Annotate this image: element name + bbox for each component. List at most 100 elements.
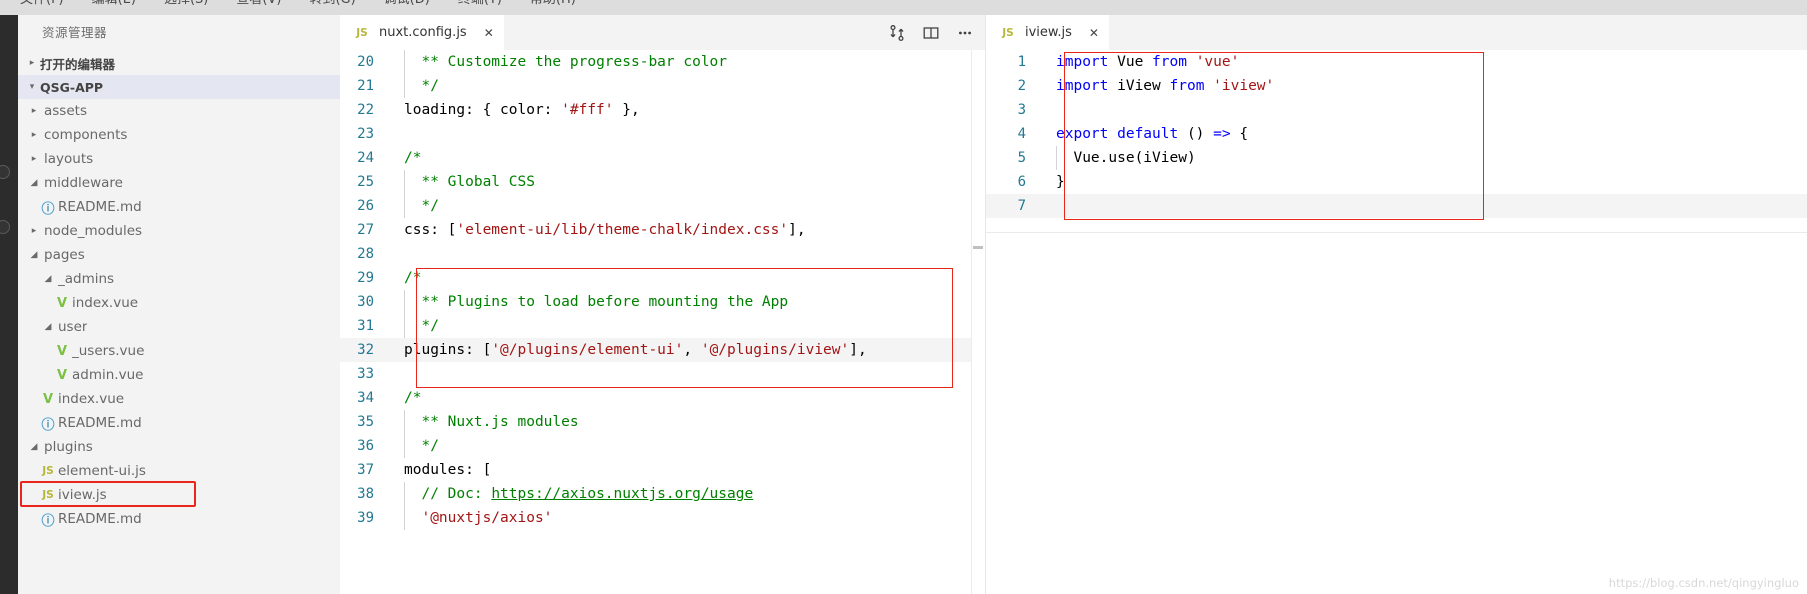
line-text: ** Global CSS — [396, 170, 535, 194]
tree-item-index-vue[interactable]: Vindex.vue — [18, 387, 340, 411]
code-line[interactable]: 34 /* — [340, 386, 985, 410]
tree-item-admin-vue[interactable]: Vadmin.vue — [18, 363, 340, 387]
code-line[interactable]: 28 — [340, 242, 985, 266]
line-text: ** Plugins to load before mounting the A… — [396, 290, 788, 314]
tree-item-index-vue[interactable]: Vindex.vue — [18, 291, 340, 315]
code-line[interactable]: 4 export default () => { — [986, 122, 1807, 146]
tree-item-middleware[interactable]: ◢ middleware — [18, 171, 340, 195]
code-token-key: => — [1213, 126, 1240, 142]
code-line[interactable]: 2 import iView from 'iview' — [986, 74, 1807, 98]
menu-bar: 文件(F)编辑(E)选择(S)查看(V)转到(G)调试(D)终端(T)帮助(H) — [0, 0, 1807, 15]
code-token-plain: } — [1056, 174, 1065, 190]
explorer-sidebar: 资源管理器 ▸ 打开的编辑器 ▾ QSG-APP ▸ assets ▸ compone… — [18, 15, 340, 594]
tree-item-layouts[interactable]: ▸ layouts — [18, 147, 340, 171]
tree-item-label: index.vue — [58, 391, 125, 407]
activity-icon-explorer[interactable] — [0, 165, 10, 179]
code-token-key: from — [1152, 54, 1196, 70]
code-editor-nuxt-config[interactable]: 20 ** Customize the progress-bar color 21… — [340, 50, 985, 594]
more-actions-icon[interactable] — [951, 19, 979, 47]
tree-item-label: README.md — [58, 511, 142, 527]
js-icon: JS — [356, 26, 368, 39]
code-line[interactable]: 32 plugins: ['@/plugins/element-ui', '@/p… — [340, 338, 985, 362]
close-icon[interactable]: ✕ — [484, 26, 494, 40]
tree-item-readme-md[interactable]: ⓘ README.md — [18, 195, 340, 219]
project-section-qsg-app[interactable]: ▾ QSG-APP — [18, 75, 340, 99]
code-token-string: '#fff' — [561, 102, 614, 118]
code-line[interactable]: 7 — [986, 194, 1807, 218]
tree-item-pages[interactable]: ◢ pages — [18, 243, 340, 267]
code-token-comment: /* — [404, 270, 422, 286]
menu-item-0[interactable]: 文件(F) — [6, 0, 78, 6]
tab-iview-js[interactable]: JS iview.js ✕ — [986, 15, 1110, 50]
code-editor-iview[interactable]: 1 import Vue from 'vue' 2 import iView from… — [986, 50, 1807, 594]
tree-item-label: index.vue — [72, 295, 139, 311]
split-editor-icon[interactable] — [917, 19, 945, 47]
line-number: 35 — [357, 414, 374, 430]
code-line[interactable]: 33 — [340, 362, 985, 386]
code-token-comment: */ — [421, 78, 439, 94]
activity-icon-search[interactable] — [0, 220, 10, 234]
code-line[interactable]: 35 ** Nuxt.js modules — [340, 410, 985, 434]
code-line[interactable]: 25 ** Global CSS — [340, 170, 985, 194]
tree-item-iview-js[interactable]: JS iview.js — [18, 483, 340, 507]
code-line[interactable]: 27 css: ['element-ui/lib/theme-chalk/inde… — [340, 218, 985, 242]
tree-item--admins[interactable]: ◢ _admins — [18, 267, 340, 291]
line-text: /* — [396, 386, 421, 410]
compare-changes-icon[interactable] — [883, 19, 911, 47]
code-line[interactable]: 26 */ — [340, 194, 985, 218]
code-line[interactable]: 3 — [986, 98, 1807, 122]
menu-item-2[interactable]: 选择(S) — [150, 0, 222, 6]
activity-bar[interactable] — [0, 15, 18, 594]
tree-item-assets[interactable]: ▸ assets — [18, 99, 340, 123]
tab-nuxt-config-js[interactable]: JS nuxt.config.js ✕ — [340, 15, 505, 50]
indent-guide — [404, 410, 405, 434]
tree-item-plugins[interactable]: ◢ plugins — [18, 435, 340, 459]
tree-item-components[interactable]: ▸ components — [18, 123, 340, 147]
code-token-plain: modules: [ — [404, 462, 492, 478]
code-token-plain: plugins: [ — [404, 342, 492, 358]
line-number: 2 — [1017, 78, 1026, 94]
code-line[interactable]: 22 loading: { color: '#fff' }, — [340, 98, 985, 122]
code-line[interactable]: 31 */ — [340, 314, 985, 338]
chevron-right-icon: ▸ — [31, 154, 37, 164]
menu-item-5[interactable]: 调试(D) — [370, 0, 444, 6]
tree-item-element-ui-js[interactable]: JS element-ui.js — [18, 459, 340, 483]
tree-item-node-modules[interactable]: ▸ node_modules — [18, 219, 340, 243]
chevron-down-icon: ◢ — [30, 178, 38, 188]
line-number: 3 — [1017, 102, 1026, 118]
tree-item-readme-md[interactable]: ⓘ README.md — [18, 507, 340, 531]
code-line[interactable]: 38 // Doc: https://axios.nuxtjs.org/usag… — [340, 482, 985, 506]
code-line[interactable]: 23 — [340, 122, 985, 146]
close-icon[interactable]: ✕ — [1089, 26, 1099, 40]
code-line[interactable]: 37 modules: [ — [340, 458, 985, 482]
code-line[interactable]: 5 Vue.use(iView) — [986, 146, 1807, 170]
menu-item-6[interactable]: 终端(T) — [444, 0, 516, 6]
menu-item-3[interactable]: 查看(V) — [222, 0, 295, 6]
indent-guide — [404, 50, 405, 74]
code-token-comment: ** Plugins to load before mounting the A… — [421, 294, 789, 310]
code-line[interactable]: 29 /* — [340, 266, 985, 290]
code-line[interactable]: 20 ** Customize the progress-bar color — [340, 50, 985, 74]
code-line[interactable]: 24 /* — [340, 146, 985, 170]
open-editors-section[interactable]: ▸ 打开的编辑器 — [18, 51, 340, 75]
chevron-down-icon: ◢ — [30, 250, 38, 260]
tree-item--users-vue[interactable]: V _users.vue — [18, 339, 340, 363]
line-text: ** Nuxt.js modules — [396, 410, 579, 434]
menu-item-1[interactable]: 编辑(E) — [78, 0, 150, 6]
indent-guide — [404, 194, 405, 218]
code-line[interactable]: 21 */ — [340, 74, 985, 98]
tree-item-user[interactable]: ◢ user — [18, 315, 340, 339]
code-line[interactable]: 6} — [986, 170, 1807, 194]
tree-item-readme-md[interactable]: ⓘ README.md — [18, 411, 340, 435]
code-line[interactable]: 1 import Vue from 'vue' — [986, 50, 1807, 74]
code-line[interactable]: 30 ** Plugins to load before mounting th… — [340, 290, 985, 314]
menu-item-7[interactable]: 帮助(H) — [516, 0, 590, 6]
code-line[interactable]: 36 */ — [340, 434, 985, 458]
overview-ruler-left[interactable] — [971, 50, 985, 594]
editor-actions-left — [883, 15, 979, 50]
code-line[interactable]: 39 '@nuxtjs/axios' — [340, 506, 985, 530]
menu-item-4[interactable]: 转到(G) — [295, 0, 369, 6]
line-text: plugins: ['@/plugins/element-ui', '@/plu… — [396, 338, 867, 362]
code-token-comment: */ — [421, 438, 439, 454]
